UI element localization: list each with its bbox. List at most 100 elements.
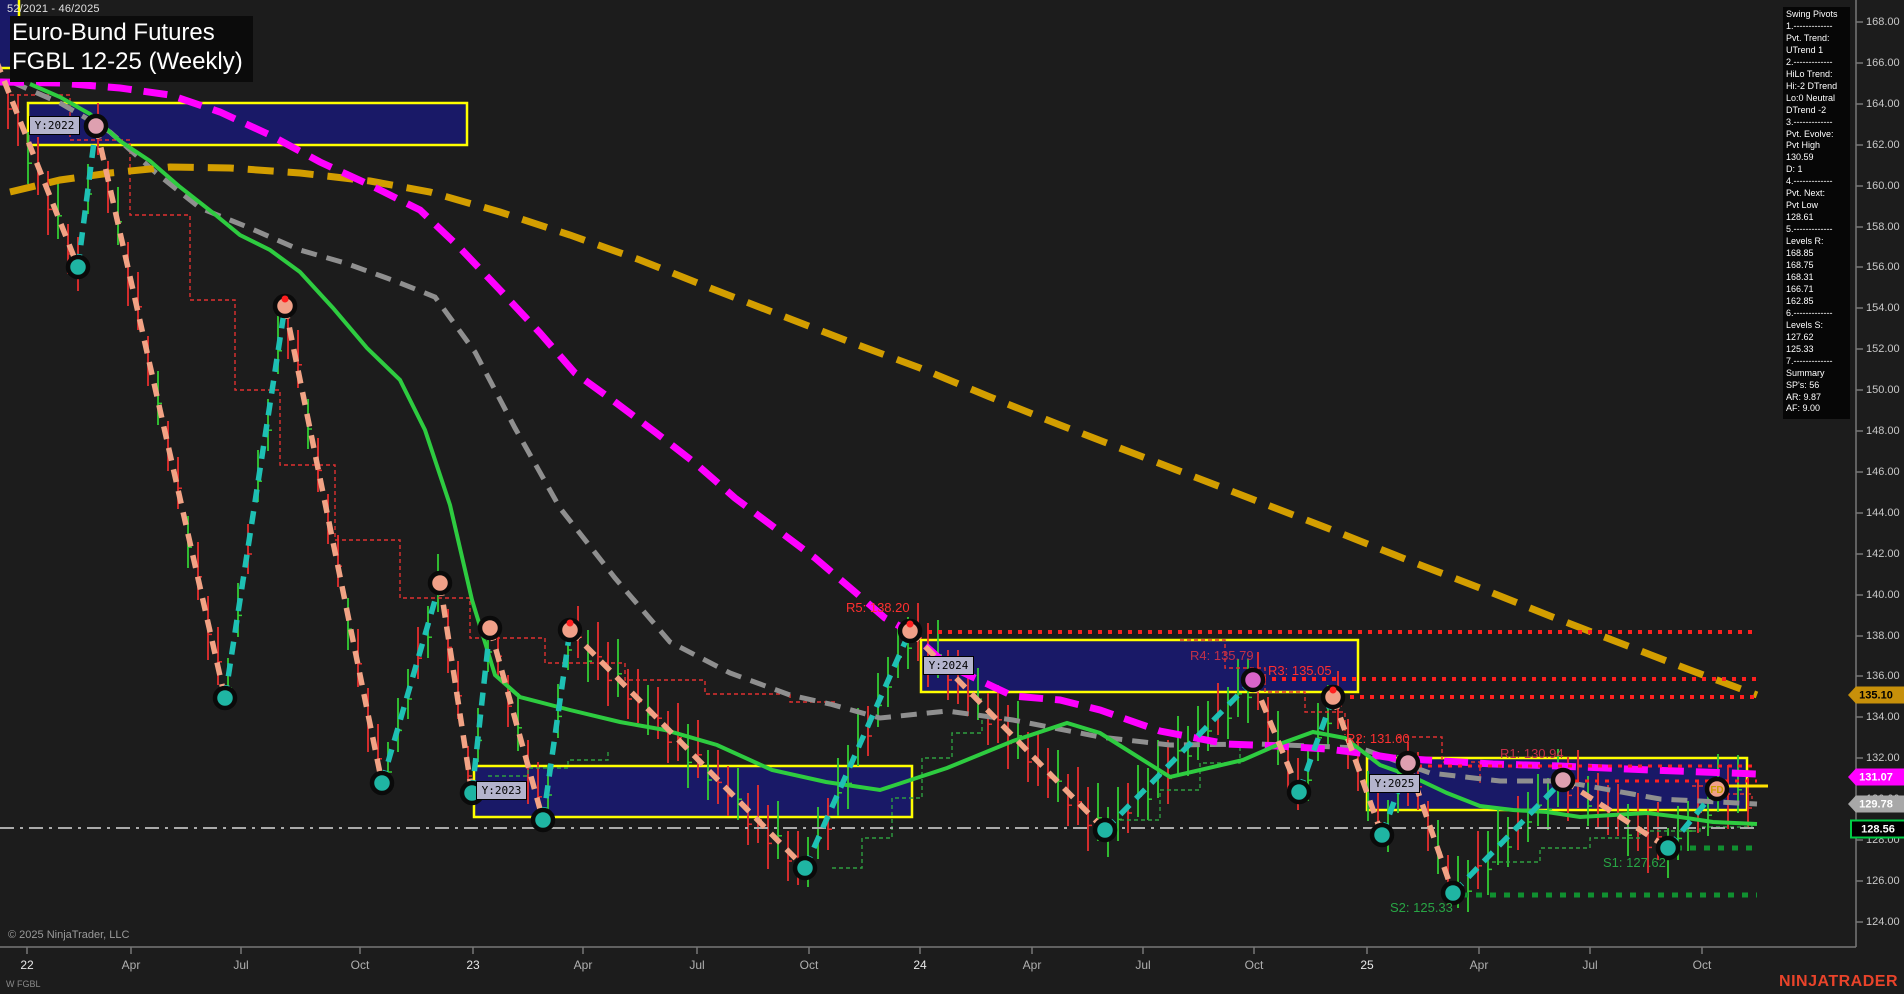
price-axis-label: 138.00 [1866, 630, 1900, 642]
price-axis-label: 136.00 [1866, 670, 1900, 682]
year-badge-Y-2025[interactable]: Y:2025 [1369, 774, 1420, 793]
copyright-text: © 2025 NinjaTrader, LLC [8, 929, 130, 941]
green-ma-line [29, 82, 1758, 826]
swing-pivots-panel-line: Pvt High [1786, 140, 1821, 151]
price-axis-label: 162.00 [1866, 139, 1900, 151]
price-axis-label: 144.00 [1866, 507, 1900, 519]
swing-pivots-panel-line: AR: 9.87 [1786, 391, 1822, 402]
zigzag-down-leg [437, 582, 475, 794]
pivot-red-dot [566, 619, 574, 627]
zigzag-up-leg [75, 125, 99, 268]
swing-pivots-panel-line: 168.75 [1786, 260, 1814, 271]
level-label-r5: R5: 138.20 [846, 600, 910, 615]
pivot-low-marker[interactable] [1286, 779, 1312, 805]
swing-pivots-panel-line: 162.85 [1786, 295, 1814, 306]
time-axis-label: Jul [689, 958, 705, 972]
swing-pivots-panel-line: 6.------------- [1786, 307, 1833, 318]
price-axis-label: 124.00 [1866, 916, 1900, 928]
swing-pivots-panel-line: 168.31 [1786, 271, 1814, 282]
level-label-r2: R2: 131.60 [1346, 731, 1410, 746]
year-badge-Y-2023[interactable]: Y:2023 [476, 781, 527, 800]
time-axis-label: Jul [233, 958, 249, 972]
swing-pivots-panel-line: AF: 9.00 [1786, 403, 1821, 414]
pivot-high-marker[interactable] [477, 615, 503, 641]
level-label-s2: S2: 125.33 [1390, 900, 1453, 915]
swing-pivots-panel-line: Levels S: [1786, 319, 1824, 330]
swing-pivots-panel-line: Summary [1786, 367, 1825, 378]
level-label-s1: S1: 127.62 [1603, 855, 1666, 870]
instrument-title-block: Euro-Bund Futures FGBL 12-25 (Weekly) [10, 16, 253, 82]
swing-pivots-panel-line: 5.------------- [1786, 224, 1833, 235]
level-label-r1: R1: 130.94 [1500, 746, 1564, 761]
swing-pivots-info-panel: Swing Pivots 1.------------- Pvt. Trend: UT… [1783, 7, 1850, 420]
pivot-low-marker[interactable] [65, 254, 91, 280]
time-axis-label: 23 [466, 958, 480, 972]
pivot-high-marker[interactable] [427, 570, 453, 596]
swing-pivots-panel-line: 3.------------- [1786, 116, 1833, 127]
gray-ma-line [10, 79, 1758, 807]
series-watermark: W FGBL [6, 979, 41, 989]
pivot-low-marker[interactable] [1092, 817, 1118, 843]
red-trail-stop-line [10, 94, 836, 706]
price-tag-135.10: 135.10 [1848, 686, 1904, 704]
time-axis-label: Apr [1469, 958, 1489, 972]
swing-pivots-panel-line: Swing Pivots [1786, 9, 1838, 19]
time-axis-label: Oct [1244, 958, 1264, 972]
developing-pivot-label: FD [1710, 785, 1723, 796]
year-badge-Y-2022[interactable]: Y:2022 [29, 116, 80, 135]
price-axis-label: 148.00 [1866, 425, 1900, 437]
pivot-low-marker[interactable] [530, 807, 556, 833]
swing-pivots-panel-line: 1.------------- [1786, 20, 1833, 31]
swing-pivots-panel-line: 130.59 [1786, 152, 1814, 163]
swing-pivots-panel-line: Pvt. Evolve: [1786, 128, 1834, 139]
swing-pivots-panel-line: 4.------------- [1786, 176, 1833, 187]
price-tag-128.56: 128.56 [1850, 819, 1904, 839]
swing-pivots-panel-line: D: 1 [1786, 164, 1803, 175]
swing-pivots-panel-line: Pvt Low [1786, 200, 1819, 211]
time-axis-label: Oct [799, 958, 819, 972]
time-axis-label: Apr [121, 958, 141, 972]
swing-pivots-panel-line: Pvt. Next: [1786, 188, 1826, 199]
price-axis-label: 142.00 [1866, 548, 1900, 560]
zigzag-down-leg [1250, 678, 1302, 794]
time-axis-label: Jul [1582, 958, 1598, 972]
chart-canvas[interactable]: FD [0, 0, 1904, 994]
year-badge-Y-2024[interactable]: Y:2024 [923, 656, 974, 675]
visible-range-label: 52/2021 - 46/2025 [7, 3, 100, 15]
swing-pivots-panel-line: 166.71 [1786, 283, 1814, 294]
price-tag-131.07: 131.07 [1848, 768, 1904, 786]
ninjatrader-logo: NINJATRADER [1779, 973, 1898, 990]
price-axis-label: 164.00 [1866, 98, 1900, 110]
price-axis-label: 156.00 [1866, 261, 1900, 273]
price-axis-label: 154.00 [1866, 302, 1900, 314]
swing-pivots-panel-line: 128.61 [1786, 212, 1814, 223]
price-axis-label: 134.00 [1866, 711, 1900, 723]
swing-pivots-panel-line: 168.85 [1786, 248, 1814, 259]
swing-pivots-panel-line: 125.33 [1786, 343, 1814, 354]
price-axis-label: 150.00 [1866, 384, 1900, 396]
pivot-low-marker[interactable] [1369, 822, 1395, 848]
pivot-red-dot [281, 295, 289, 303]
pivot-low-marker[interactable] [369, 770, 395, 796]
pivot-low-marker[interactable] [792, 855, 818, 881]
pivot-red-dot [906, 620, 914, 628]
time-axis-label: Jul [1135, 958, 1151, 972]
price-axis-label: 166.00 [1866, 57, 1900, 69]
price-axis-label: 152.00 [1866, 343, 1900, 355]
zigzag-up-leg [1103, 678, 1255, 832]
time-axis-label: Oct [1692, 958, 1712, 972]
price-axis-label: 146.00 [1866, 466, 1900, 478]
swing-pivots-panel-line: Hi:-2 DTrend [1786, 80, 1838, 91]
pivot-high-marker[interactable] [1240, 667, 1266, 693]
pivot-low-marker[interactable] [212, 685, 238, 711]
swing-pivots-panel-line: DTrend -2 [1786, 104, 1827, 115]
swing-pivots-panel-line: 7.------------- [1786, 355, 1833, 366]
pivot-high-marker[interactable] [1395, 750, 1421, 776]
pivot-high-marker[interactable] [1550, 767, 1576, 793]
level-label-r4: R4: 135.79 [1190, 648, 1254, 663]
instrument-name: Euro-Bund Futures [12, 19, 215, 46]
pivot-high-marker[interactable] [83, 113, 109, 139]
swing-pivots-panel-line: Pvt. Trend: [1786, 32, 1830, 43]
swing-pivots-panel-line: UTrend 1 [1786, 44, 1824, 55]
swing-pivots-panel-line: 2.------------- [1786, 56, 1833, 67]
